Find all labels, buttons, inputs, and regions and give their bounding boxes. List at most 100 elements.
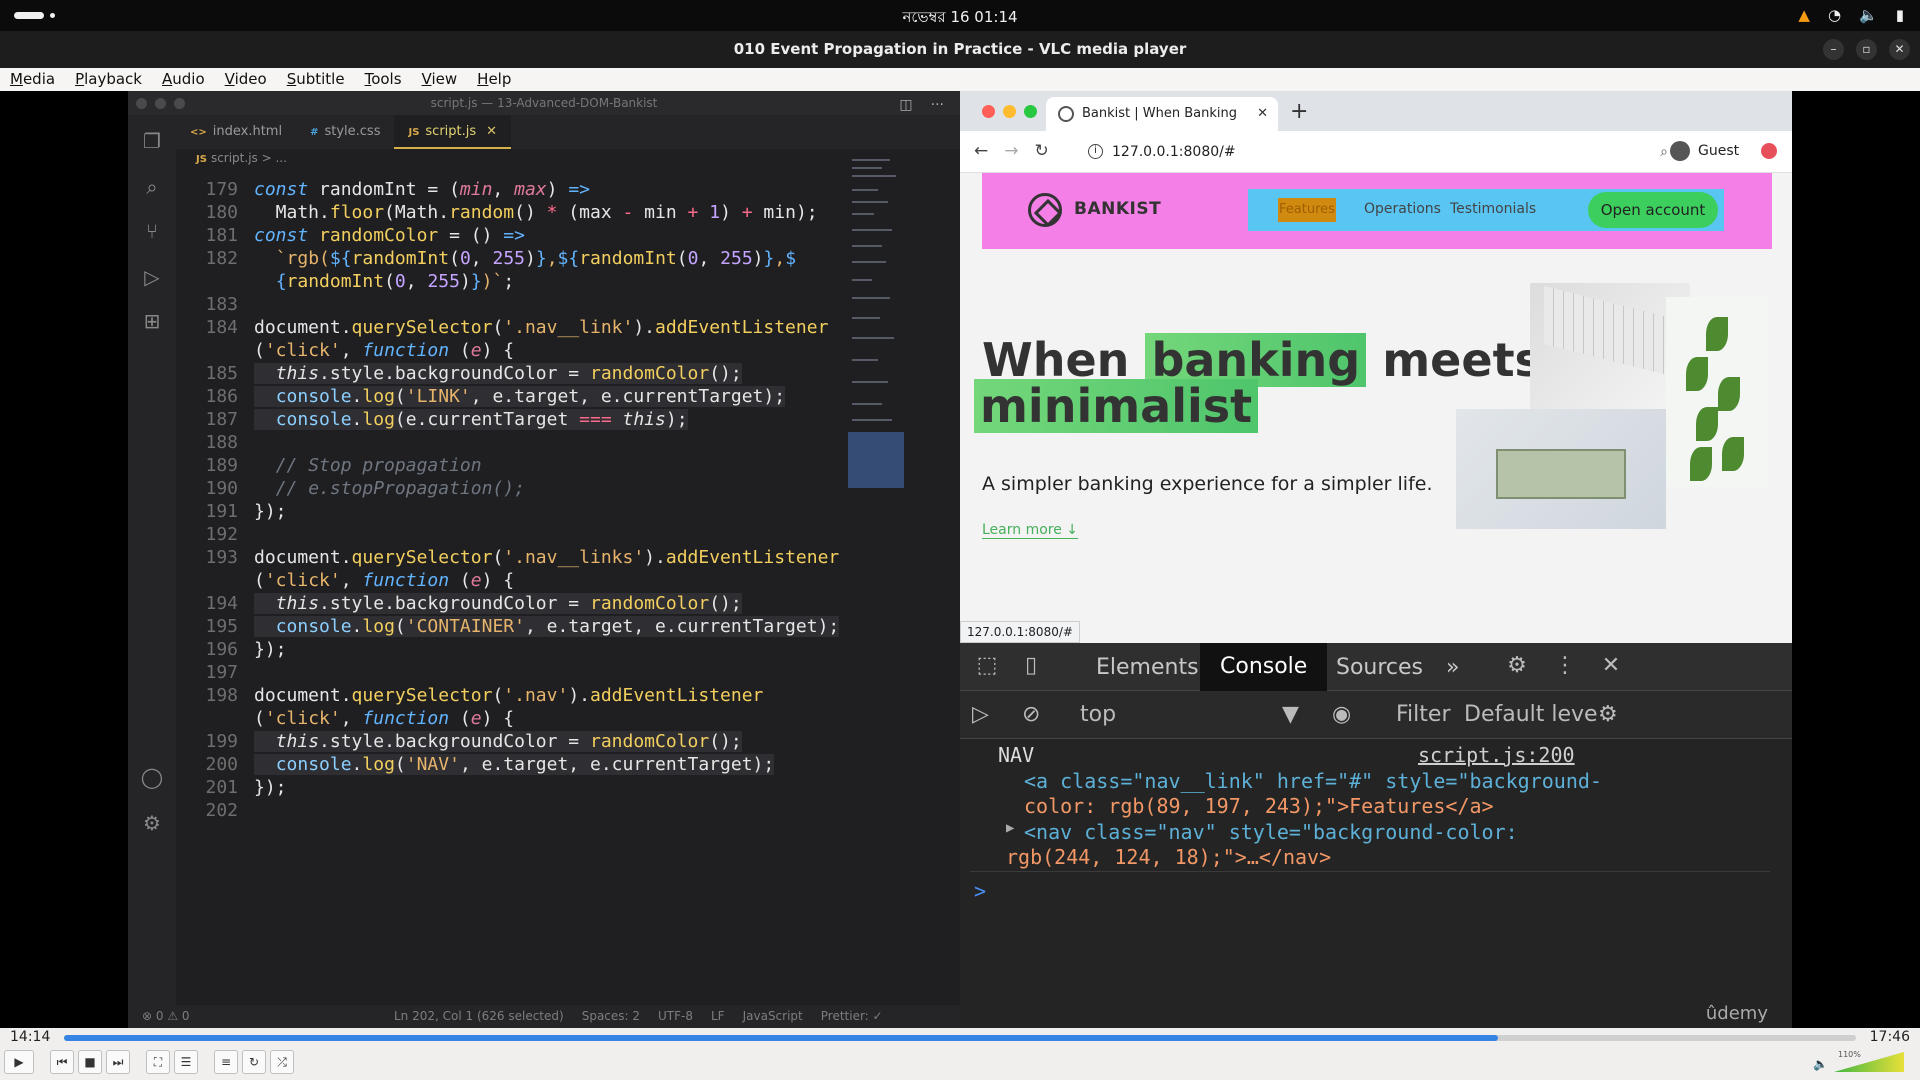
devtools-settings-icon: ⚙ [1507, 653, 1527, 678]
menu-video[interactable]: Video [215, 68, 277, 91]
split-editor-icon: ◫ [899, 97, 913, 113]
line-number: 182 [205, 248, 238, 269]
total-time: 17:46 [1869, 1029, 1910, 1045]
menu-tools[interactable]: Tools [355, 68, 412, 91]
live-expression-icon: ◉ [1332, 702, 1352, 727]
bankist-page: BANKIST Features Operations Testimonials… [960, 173, 1792, 643]
menu-view[interactable]: View [412, 68, 468, 91]
code-line: console.log('CONTAINER', e.target, e.cur… [254, 616, 840, 637]
battery-icon[interactable]: ▮ [1896, 6, 1904, 24]
seek-slider[interactable] [64, 1035, 1856, 1041]
speaker-icon[interactable]: 🔈 [1813, 1057, 1828, 1071]
shuffle-button[interactable]: ⤮ [270, 1050, 294, 1074]
loop-button[interactable]: ↻ [242, 1050, 266, 1074]
devtools-panel: ⬚ ▯ Elements Console Sources » ⚙ ⋮ ✕ ▷ ⊘… [960, 643, 1792, 1028]
maximize-button[interactable]: ▫ [1856, 39, 1877, 60]
line-number: 188 [205, 432, 238, 453]
menu-subtitle[interactable]: Subtitle [277, 68, 355, 91]
code-line: ('click', function (e) { [254, 570, 515, 591]
logo-text: BANKIST [1074, 199, 1162, 219]
dollar-bill-image [1456, 409, 1666, 529]
console-prompt: > [974, 879, 987, 903]
volume-slider[interactable]: 110% [1832, 1050, 1904, 1074]
more-tabs-icon: » [1446, 655, 1460, 680]
line-number: 199 [205, 731, 238, 752]
line-number: 201 [205, 777, 238, 798]
playlist-button[interactable]: ≡ [214, 1050, 238, 1074]
elapsed-time: 14:14 [10, 1029, 51, 1045]
system-top-bar: নভেম্বর 16 01:14 ▲ ◔ 🔈 ▮ [0, 0, 1920, 31]
forward-icon: → [1004, 141, 1019, 161]
vlc-menu-bar: Media Playback Audio Video Subtitle Tool… [0, 68, 1920, 91]
search-icon: ⌕ [146, 175, 158, 199]
vscode-status-bar: ⊗ 0 ⚠ 0 Ln 202, Col 1 (626 selected) Spa… [128, 1005, 960, 1028]
indentation: Spaces: 2 [581, 1009, 641, 1023]
more-actions-icon: ··· [930, 97, 944, 113]
vlc-cone-icon[interactable]: ▲ [1798, 6, 1810, 24]
line-number: 181 [205, 225, 238, 246]
volume-label: 110% [1838, 1050, 1861, 1059]
tab-script-js: JS script.js ✕ [394, 115, 512, 149]
console-toolbar: ▷ ⊘ top ▼ ◉ Filter Default leve ⚙ [960, 691, 1792, 739]
video-frame[interactable]: script.js — 13-Advanced-DOM-Bankist ❐ ⌕ … [0, 91, 1920, 1028]
problems-count: ⊗ 0 ⚠ 0 [142, 1009, 190, 1023]
vscode-title: script.js — 13-Advanced-DOM-Bankist [128, 91, 960, 115]
tab-elements: Elements [1096, 655, 1199, 680]
line-number: 198 [205, 685, 238, 706]
stop-button[interactable]: ■ [78, 1050, 102, 1074]
vscode-title-text: script.js — 13-Advanced-DOM-Bankist [430, 96, 658, 110]
js-file-icon: JS [408, 127, 420, 138]
hero-line-2: minimalist [974, 379, 1259, 433]
log-source-link: script.js:200 [1418, 743, 1575, 767]
close-button[interactable]: ✕ [1889, 39, 1910, 60]
fullscreen-button[interactable]: ⛶ [146, 1050, 170, 1074]
code-line: }); [254, 639, 287, 660]
guest-avatar-icon [1670, 141, 1690, 161]
system-clock[interactable]: নভেম্বর 16 01:14 [0, 6, 1920, 31]
encoding: UTF-8 [658, 1009, 693, 1023]
devtools-menu-icon: ⋮ [1554, 653, 1576, 678]
menu-audio[interactable]: Audio [152, 68, 215, 91]
console-filter: Filter [1396, 702, 1451, 727]
menu-media[interactable]: Media [0, 68, 65, 91]
code-line: ('click', function (e) { [254, 340, 515, 361]
code-line: console.log('LINK', e.target, e.currentT… [254, 386, 786, 407]
html-file-icon: <> [190, 127, 207, 138]
tab-index-html: <> index.html [176, 115, 296, 149]
zoom-search-icon: ⌕ [1660, 144, 1668, 160]
line-number: 191 [205, 501, 238, 522]
next-button[interactable]: ⏭ [106, 1050, 130, 1074]
system-tray[interactable]: ▲ ◔ 🔈 ▮ [1798, 6, 1904, 24]
line-number: 185 [205, 363, 238, 384]
line-number: 202 [205, 800, 238, 821]
nav-links: Features Operations Testimonials Open ac… [1248, 189, 1724, 231]
line-number: 184 [205, 317, 238, 338]
expand-arrow-icon: ▶ [1006, 820, 1015, 836]
previous-button[interactable]: ⏮ [50, 1050, 74, 1074]
menu-playback[interactable]: Playback [65, 68, 152, 91]
code-line: const randomColor = () => [254, 225, 525, 246]
formatter-status: Prettier: ✓ [820, 1009, 883, 1023]
tab-style-css: # style.css [296, 115, 394, 149]
extended-settings-button[interactable]: ☰ [174, 1050, 198, 1074]
close-dot [136, 98, 147, 109]
explorer-icon: ❐ [143, 129, 161, 153]
tab-label: style.css [324, 124, 381, 139]
menu-help[interactable]: Help [467, 68, 521, 91]
update-icon [1761, 143, 1778, 159]
address-bar: i 127.0.0.1:8080/# ⌕ [1076, 137, 1676, 167]
nav-link-features: Features [1278, 198, 1336, 222]
code-line: ('click', function (e) { [254, 708, 515, 729]
zoom-dot [174, 98, 185, 109]
minimize-button[interactable]: – [1823, 39, 1844, 60]
zoom-dot [1024, 105, 1037, 118]
extensions-icon: ⊞ [143, 309, 161, 333]
volume-icon[interactable]: 🔈 [1859, 6, 1878, 24]
minimap-selection [848, 432, 904, 488]
clear-console-icon: ⊘ [1022, 702, 1041, 727]
play-button[interactable]: ▶ [4, 1050, 34, 1074]
tab-label: script.js [425, 124, 477, 139]
wifi-icon[interactable]: ◔ [1828, 6, 1841, 24]
line-number: 179 [205, 179, 238, 200]
open-account-button: Open account [1588, 192, 1718, 228]
